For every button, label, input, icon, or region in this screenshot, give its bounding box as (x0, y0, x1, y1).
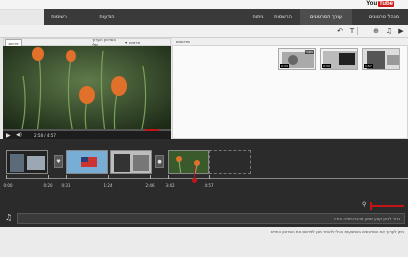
audio-track-icon: ♫ (5, 213, 13, 222)
camera-glyph: ▶ (398, 27, 404, 35)
youtube-logo[interactable]: You Tube (366, 0, 394, 8)
play-icon[interactable]: ▶ (6, 132, 11, 139)
tab-label: עורך הסרטונים (310, 14, 342, 20)
transition-icon[interactable]: ♥ (54, 155, 63, 168)
timeline-clip[interactable] (110, 150, 152, 174)
ruler-tick (108, 175, 109, 179)
ruler-tick (6, 175, 7, 179)
camera-icon[interactable]: ▶ (396, 26, 406, 36)
video-thumbnail[interactable]: 0:34 (320, 48, 358, 70)
ruler-tick (209, 175, 210, 179)
tab-analytics[interactable]: ניתוח (248, 9, 268, 25)
text-glyph: T (349, 27, 355, 35)
zoom-icon: ⚲ (362, 201, 367, 208)
ruler-tick (66, 175, 67, 179)
ruler-label: 0:20 (43, 183, 53, 188)
tab-label: הודעות (99, 14, 115, 20)
time-readout: 2:58 / 4:57 (34, 133, 56, 138)
time-current: 2:58 (34, 133, 43, 138)
transition-glyph: ⊕ (373, 27, 379, 35)
ruler-label: 0:00 (3, 183, 13, 188)
time-total: 4:57 (46, 133, 56, 138)
tab-subscriptions[interactable]: הרשמות (268, 9, 298, 25)
timeline-clip[interactable] (168, 150, 209, 174)
seek-bar-fill (145, 129, 159, 131)
clip-thumb (169, 151, 208, 173)
logo-badge: Tube (378, 1, 394, 7)
preview-header (3, 38, 171, 46)
music-glyph: ♫ (385, 27, 393, 35)
ruler-label: 2:46 (145, 183, 155, 188)
logo-text: You (366, 1, 378, 7)
zoom-slider[interactable] (372, 205, 404, 207)
clip-drop-zone[interactable] (209, 150, 251, 174)
project-details-label: פרטים (129, 39, 140, 45)
transition-icon[interactable]: ⊕ (371, 26, 381, 36)
thumb-duration: 0:34 (280, 64, 289, 68)
publish-label: פרסם (8, 40, 19, 46)
ruler-label: 4:57 (204, 183, 214, 188)
volume-icon[interactable]: ◀) (16, 132, 22, 138)
music-icon[interactable]: ♫ (384, 26, 394, 36)
ruler-label: 1:24 (103, 183, 113, 188)
tab-lists[interactable]: רשימות (44, 9, 74, 25)
tab-label: הרשמות (274, 14, 292, 20)
tab-messages[interactable]: הודעות (92, 9, 122, 25)
video-preview[interactable] (3, 46, 171, 133)
playhead-handle[interactable] (192, 178, 197, 183)
video-thumbnail[interactable]: 1:57 (362, 48, 400, 70)
video-frame (3, 46, 171, 133)
text-icon[interactable]: T (347, 26, 357, 36)
zoom-slider-handle[interactable] (370, 202, 372, 210)
undo-glyph: ↶ (337, 27, 343, 35)
browser-label: סרטונים (176, 39, 190, 44)
clip-thumb (111, 151, 151, 173)
video-thumbnail[interactable]: Cats 0:34 (278, 48, 316, 70)
ruler-tick (150, 175, 151, 179)
ruler-tick (48, 175, 49, 179)
tab-video-editor[interactable]: עורך הסרטונים (300, 9, 352, 25)
tab-video-manager[interactable]: מנהל סרטונים (362, 9, 406, 25)
toolbar-divider (357, 27, 358, 35)
clip-thumb (7, 151, 47, 173)
timeline-clip[interactable] (6, 150, 48, 174)
ruler-tick (168, 175, 169, 179)
audio-placeholder: גרור לכאן קטע שמע מהכרטיסייה אודיו (334, 216, 400, 221)
tab-label: רשימות (51, 14, 67, 20)
thumb-duration: 0:34 (322, 64, 331, 68)
chevron-down-icon: ▾ (125, 39, 128, 45)
thumb-duration: 1:57 (364, 64, 373, 68)
audio-track[interactable]: גרור לכאן קטע שמע מהכרטיסייה אודיו (17, 213, 405, 224)
project-dropdown[interactable]: הסרטון הערוך שלי ▾ פרטים (92, 37, 140, 47)
tab-label: מנהל סרטונים (368, 14, 400, 20)
timeline-clip[interactable] (66, 150, 108, 174)
transition-icon[interactable]: ● (155, 155, 164, 168)
ruler-label: 0:31 (61, 183, 71, 188)
browser-header (172, 38, 408, 46)
footer-text: ניתן לערוך את הסרטונים באמצעות הכלי ולאח… (270, 229, 404, 234)
tab-label: ניתוח (252, 14, 264, 20)
undo-icon[interactable]: ↶ (335, 26, 345, 36)
thumb-caption: Cats (305, 50, 314, 54)
clip-thumb (67, 151, 107, 173)
ruler-label: 3:42 (165, 183, 175, 188)
